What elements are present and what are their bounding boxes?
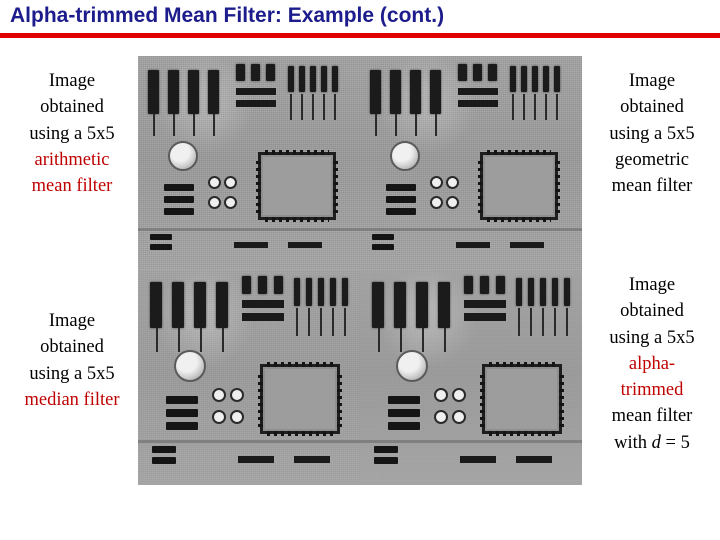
caption-line: obtained xyxy=(620,301,684,322)
caption-line-formula: with d = 5 xyxy=(588,430,716,456)
caption-formula-suffix: = 5 xyxy=(660,432,690,453)
caption-top-right: Image obtained using a 5x5 geometric mea… xyxy=(588,68,716,199)
slide: Alpha-trimmed Mean Filter: Example (cont… xyxy=(0,0,720,540)
caption-line: Image xyxy=(628,71,676,91)
caption-line: Image xyxy=(628,275,676,295)
caption-line: using a 5x5 xyxy=(609,327,695,348)
caption-bottom-left: Image obtained using a 5x5 median filter xyxy=(6,308,138,413)
caption-line-highlight: trimmed xyxy=(620,380,684,401)
image-median xyxy=(138,270,360,485)
image-alpha-trimmed-mean xyxy=(360,270,582,485)
caption-line-highlight: median filter xyxy=(24,389,120,410)
caption-line-highlight: alpha- xyxy=(628,353,676,374)
caption-line: mean filter xyxy=(611,406,693,427)
caption-line: Image xyxy=(48,311,96,331)
image-arithmetic-mean xyxy=(138,56,360,270)
caption-line-highlight: arithmetic xyxy=(34,149,110,170)
caption-bottom-right: Image obtained using a 5x5 alpha- trimme… xyxy=(588,272,716,456)
title-divider xyxy=(0,33,720,38)
caption-line: geometric xyxy=(615,149,689,170)
caption-line: using a 5x5 xyxy=(29,363,115,384)
caption-top-left: Image obtained using a 5x5 arithmetic me… xyxy=(6,68,138,199)
caption-line-highlight: mean filter xyxy=(31,176,113,197)
caption-line: Image xyxy=(48,71,96,91)
caption-formula-prefix: with xyxy=(614,432,652,453)
page-title: Alpha-trimmed Mean Filter: Example (cont… xyxy=(10,4,445,27)
caption-line: obtained xyxy=(40,97,104,118)
caption-formula-variable: d xyxy=(651,432,661,453)
slide-title-block: Alpha-trimmed Mean Filter: Example (cont… xyxy=(0,0,720,40)
caption-line: obtained xyxy=(40,337,104,358)
image-geometric-mean xyxy=(360,56,582,270)
image-grid xyxy=(138,56,582,485)
caption-line: obtained xyxy=(620,97,684,118)
caption-line: using a 5x5 xyxy=(609,123,695,144)
caption-line: mean filter xyxy=(611,176,693,197)
caption-line: using a 5x5 xyxy=(29,123,115,144)
